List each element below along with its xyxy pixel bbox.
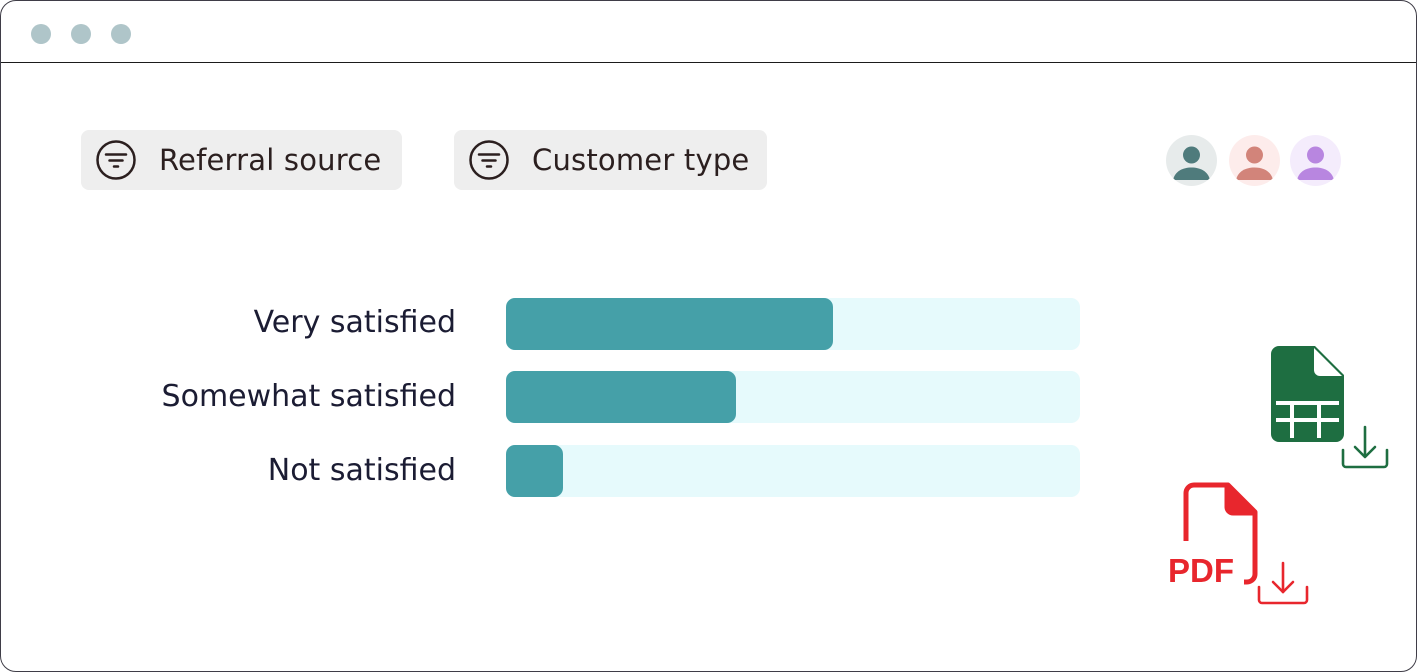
app-window: Referral source Customer type Very satis…: [0, 0, 1417, 672]
window-control-dot[interactable]: [71, 24, 91, 44]
filter-chip-label: Customer type: [532, 143, 750, 177]
filter-chip-label: Referral source: [159, 143, 382, 177]
filter-icon: [469, 140, 509, 180]
title-bar: [1, 1, 1416, 63]
bar-track: [506, 445, 1080, 497]
window-control-dot[interactable]: [31, 24, 51, 44]
window-control-dot[interactable]: [111, 24, 131, 44]
filter-chip-referral-source[interactable]: Referral source: [81, 130, 402, 190]
bar-label-not-satisfied: Not satisfied: [267, 453, 456, 488]
user-icon: [1297, 146, 1334, 180]
user-icon: [1173, 146, 1210, 180]
filter-icon: [96, 140, 136, 180]
bar-not-satisfied: [506, 445, 563, 497]
pdf-label: PDF: [1168, 552, 1234, 589]
bar-track: [506, 371, 1080, 423]
user-icon: [1236, 146, 1273, 180]
bar-track: [506, 298, 1080, 350]
bar-very-satisfied: [506, 298, 833, 350]
filter-chip-customer-type[interactable]: Customer type: [454, 130, 767, 190]
bar-label-somewhat-satisfied: Somewhat satisfied: [161, 379, 456, 414]
avatar[interactable]: [1166, 135, 1217, 186]
pdf-download-icon[interactable]: PDF: [1164, 481, 1314, 611]
bar-somewhat-satisfied: [506, 371, 736, 423]
avatar[interactable]: [1229, 135, 1280, 186]
avatar[interactable]: [1290, 135, 1341, 186]
spreadsheet-download-icon[interactable]: [1269, 344, 1395, 472]
bar-label-very-satisfied: Very satisfied: [253, 305, 456, 340]
